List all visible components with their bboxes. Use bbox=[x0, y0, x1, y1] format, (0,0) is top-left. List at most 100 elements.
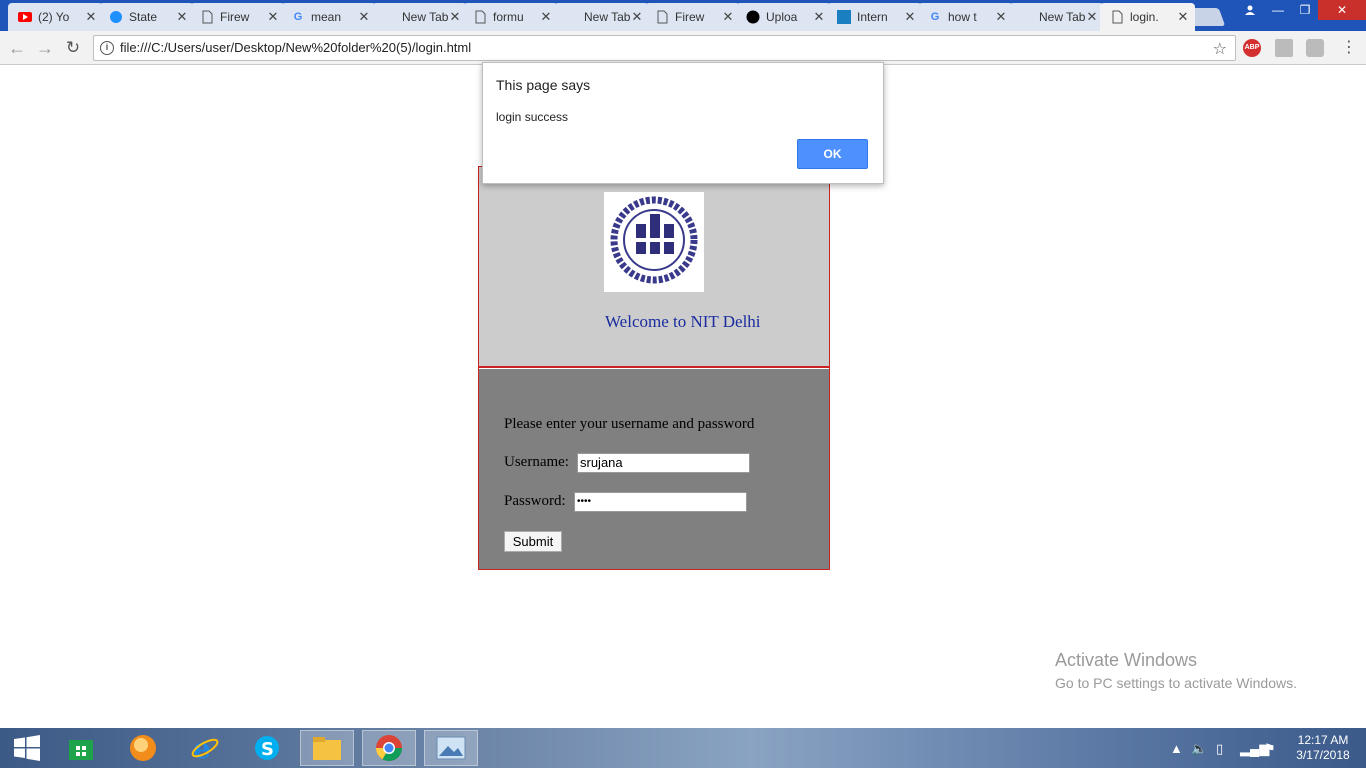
dialog-title: This page says bbox=[496, 77, 591, 93]
dialog-message: login success bbox=[496, 110, 569, 124]
close-window-button[interactable]: ✕ bbox=[1318, 0, 1366, 20]
blank-icon bbox=[382, 10, 396, 24]
login-card: Welcome to NIT Delhi Please enter your u… bbox=[478, 166, 830, 570]
blank-icon bbox=[1019, 10, 1033, 24]
tab-label: login. bbox=[1130, 10, 1159, 24]
tab-close-icon[interactable]: ✕ bbox=[449, 9, 461, 25]
browser-tab[interactable]: Uploa ✕ bbox=[736, 3, 831, 31]
tab-close-icon[interactable]: ✕ bbox=[631, 9, 643, 25]
ok-button[interactable]: OK bbox=[797, 139, 868, 169]
tab-label: formu bbox=[493, 10, 524, 24]
browser-tab[interactable]: State ✕ bbox=[99, 3, 194, 31]
instruction-text: Please enter your username and password bbox=[504, 416, 755, 432]
browser-tab[interactable]: (2) Yo ✕ bbox=[8, 3, 103, 31]
tab-close-icon[interactable]: ✕ bbox=[358, 9, 370, 25]
tab-label: Firew bbox=[675, 10, 705, 24]
volume-icon[interactable]: 🔈 bbox=[1191, 741, 1207, 757]
card-header: Welcome to NIT Delhi bbox=[479, 167, 829, 368]
password-input[interactable]: •••• bbox=[574, 492, 747, 512]
tab-close-icon[interactable]: ✕ bbox=[540, 9, 552, 25]
tab-close-icon[interactable]: ✕ bbox=[995, 9, 1007, 25]
page-icon bbox=[655, 10, 669, 24]
browser-tab[interactable]: Gmean ✕ bbox=[281, 3, 376, 31]
tab-close-icon[interactable]: ✕ bbox=[904, 9, 916, 25]
action-center-icon[interactable]: ⚑ bbox=[1264, 741, 1276, 757]
windows-logo-icon bbox=[14, 735, 40, 761]
skype-icon[interactable]: S bbox=[240, 730, 294, 766]
clock-date: 3/17/2018 bbox=[1296, 748, 1350, 762]
tab-label: how t bbox=[948, 10, 977, 24]
adblock-plus-label: ABP bbox=[1244, 44, 1260, 51]
vlc-icon[interactable] bbox=[116, 730, 170, 766]
welcome-heading: Welcome to NIT Delhi bbox=[605, 312, 761, 331]
browser-tab[interactable]: login. ✕ bbox=[1100, 3, 1195, 31]
photos-icon[interactable] bbox=[424, 730, 478, 766]
nit-delhi-logo bbox=[604, 192, 704, 292]
menu-icon[interactable]: ⋮ bbox=[1338, 37, 1360, 59]
url-text[interactable]: file:///C:/Users/user/Desktop/New%20fold… bbox=[120, 40, 471, 55]
internet-explorer-icon[interactable]: e bbox=[178, 730, 232, 766]
page-icon bbox=[473, 10, 487, 24]
tab-label: State bbox=[129, 10, 158, 24]
page-icon bbox=[200, 10, 214, 24]
alert-dialog: This page says login success OK bbox=[482, 62, 884, 184]
google-icon: G bbox=[930, 11, 940, 23]
forward-button[interactable]: → bbox=[34, 37, 56, 59]
tab-label: Firew bbox=[220, 10, 250, 24]
reload-button[interactable]: ↻ bbox=[62, 37, 84, 59]
tab-close-icon[interactable]: ✕ bbox=[176, 9, 188, 25]
submit-button[interactable]: Submit bbox=[504, 531, 562, 552]
username-input[interactable]: srujana bbox=[577, 453, 750, 473]
restore-button[interactable]: ❐ bbox=[1292, 0, 1318, 20]
clock-time: 12:17 AM bbox=[1297, 733, 1349, 747]
tab-close-icon[interactable]: ✕ bbox=[1177, 9, 1189, 25]
tab-label: New Tab bbox=[584, 10, 631, 24]
extension-icon[interactable] bbox=[1306, 39, 1324, 57]
system-clock[interactable]: 12:17 AM 3/17/2018 bbox=[1290, 733, 1356, 763]
globe-icon bbox=[109, 10, 123, 24]
login-form: Please enter your username and password … bbox=[479, 369, 829, 569]
tab-close-icon[interactable]: ✕ bbox=[85, 9, 97, 25]
blank-icon bbox=[564, 10, 578, 24]
browser-tab[interactable]: New Tab ✕ bbox=[1009, 3, 1104, 31]
tab-close-icon[interactable]: ✕ bbox=[1086, 9, 1098, 25]
user-icon[interactable] bbox=[1238, 0, 1262, 20]
start-button[interactable] bbox=[0, 730, 54, 766]
tab-close-icon[interactable]: ✕ bbox=[813, 9, 825, 25]
tab-label: Intern bbox=[857, 10, 888, 24]
battery-icon[interactable]: ▯ bbox=[1216, 741, 1223, 757]
tab-label: mean bbox=[311, 10, 342, 24]
github-icon bbox=[746, 10, 760, 24]
browser-toolbar: ← → ↻ i file:///C:/Users/user/Desktop/Ne… bbox=[0, 31, 1366, 65]
adblock-plus-icon[interactable]: ABP bbox=[1243, 39, 1261, 57]
watermark-subtitle: Go to PC settings to activate Windows. bbox=[1055, 675, 1297, 691]
tab-strip: (2) Yo ✕ State ✕ Firew ✕ Gmean ✕ New Tab ✕ formu ✕ N… bbox=[0, 0, 1366, 31]
browser-tab[interactable]: New Tab ✕ bbox=[554, 3, 649, 31]
page-icon bbox=[1110, 10, 1124, 24]
info-icon[interactable]: i bbox=[100, 41, 114, 55]
bookmark-star-icon[interactable]: ☆ bbox=[1213, 39, 1227, 59]
chrome-icon[interactable] bbox=[362, 730, 416, 766]
tab-close-icon[interactable]: ✕ bbox=[267, 9, 279, 25]
store-icon[interactable] bbox=[54, 730, 108, 766]
page-content: Welcome to NIT Delhi Please enter your u… bbox=[0, 62, 1366, 728]
minimize-button[interactable]: — bbox=[1264, 0, 1292, 20]
file-explorer-icon[interactable] bbox=[300, 730, 354, 766]
browser-tab[interactable]: Ghow t ✕ bbox=[918, 3, 1013, 31]
google-icon: G bbox=[293, 11, 303, 23]
tab-label: (2) Yo bbox=[38, 10, 70, 24]
watermark-title: Activate Windows bbox=[1055, 650, 1198, 670]
svg-text:S: S bbox=[261, 739, 274, 760]
taskbar: e S ▲ 🔈 ▯ ▂▄▆ ⚑ 12:17 AM 3/17/2018 bbox=[0, 728, 1366, 768]
show-hidden-icons-icon[interactable]: ▲ bbox=[1170, 741, 1183, 756]
browser-tab[interactable]: Firew ✕ bbox=[645, 3, 740, 31]
pdf-extension-icon[interactable] bbox=[1275, 39, 1293, 57]
browser-tab[interactable]: formu ✕ bbox=[463, 3, 558, 31]
tab-close-icon[interactable]: ✕ bbox=[722, 9, 734, 25]
browser-tab[interactable]: New Tab ✕ bbox=[372, 3, 467, 31]
browser-tab[interactable]: Intern ✕ bbox=[827, 3, 922, 31]
address-bar[interactable]: i file:///C:/Users/user/Desktop/New%20fo… bbox=[93, 35, 1236, 61]
browser-tab[interactable]: Firew ✕ bbox=[190, 3, 285, 31]
activate-windows-watermark: Activate Windows Go to PC settings to ac… bbox=[1055, 650, 1297, 691]
back-button[interactable]: ← bbox=[6, 37, 28, 59]
